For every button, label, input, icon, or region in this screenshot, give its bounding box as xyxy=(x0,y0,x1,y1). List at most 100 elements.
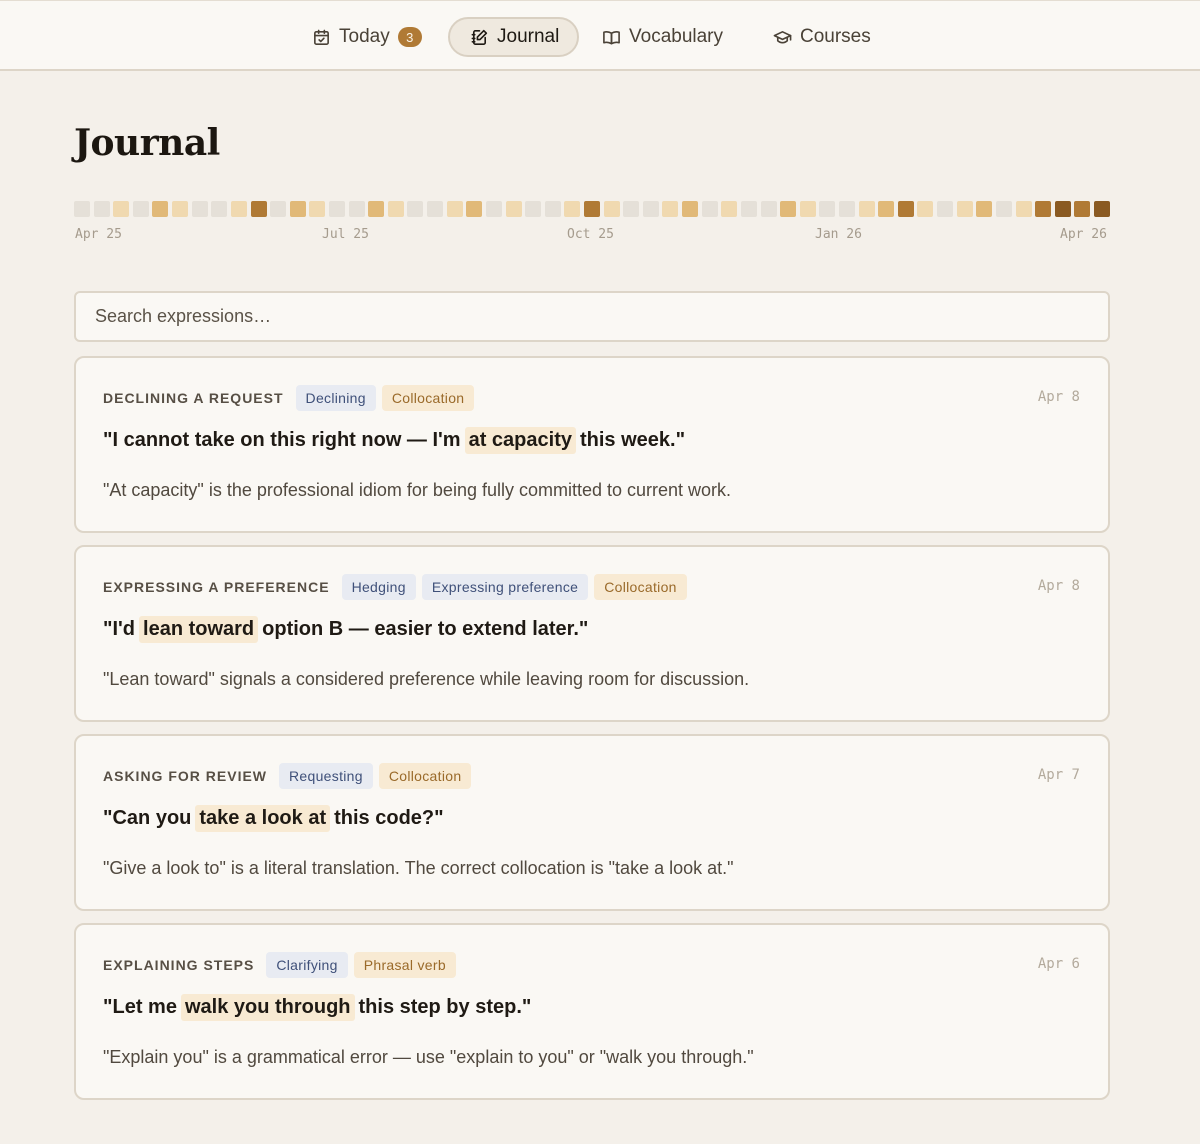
activity-cell xyxy=(368,201,384,217)
journal-edit-icon xyxy=(471,29,488,45)
activity-cell xyxy=(251,201,267,217)
tag-badge[interactable]: Collocation xyxy=(594,574,687,600)
activity-heatmap xyxy=(74,201,1110,218)
activity-cell xyxy=(466,201,482,217)
expression-card[interactable]: Asking for review Requesting Collocation… xyxy=(74,734,1110,911)
quote-text: "Let me xyxy=(103,995,177,1018)
activity-cell xyxy=(290,201,306,217)
month-label: Jan 26 xyxy=(815,227,862,242)
activity-cell xyxy=(349,201,365,217)
activity-cell xyxy=(780,201,796,217)
activity-cell xyxy=(133,201,149,217)
entry-date: Apr 8 xyxy=(1037,389,1080,405)
category-label: Expressing a preference xyxy=(103,579,330,595)
activity-cell xyxy=(1055,201,1071,217)
expression-quote: "Let me walk you through this step by step… xyxy=(103,991,531,1023)
month-label: Jul 25 xyxy=(322,227,369,242)
activity-cell xyxy=(525,201,541,217)
activity-cell xyxy=(231,201,247,217)
quote-text: "Can you xyxy=(103,806,192,829)
activity-cell xyxy=(682,201,698,217)
tag-badge[interactable]: Requesting xyxy=(279,763,373,789)
month-label: Apr 26 xyxy=(1060,227,1107,242)
quote-text: this week." xyxy=(579,428,686,451)
activity-cell xyxy=(643,201,659,217)
activity-cell xyxy=(623,201,639,217)
activity-cell xyxy=(486,201,502,217)
nav-tab-label: Today xyxy=(339,26,390,47)
tag-badge[interactable]: Hedging xyxy=(341,574,416,600)
activity-cell xyxy=(388,201,404,217)
activity-cell xyxy=(898,201,914,217)
quote-text: option B — easier to extend later." xyxy=(262,617,589,640)
activity-cell xyxy=(741,201,757,217)
search-input[interactable] xyxy=(74,291,1110,342)
explanation-note: "At capacity" is the professional idiom … xyxy=(103,480,732,500)
card-header: Declining a request Declining Collocatio… xyxy=(103,385,480,411)
highlighted-expression: take a look at xyxy=(195,804,331,832)
tag-badge[interactable]: Phrasal verb xyxy=(353,952,456,978)
category-label: Declining a request xyxy=(103,390,284,406)
activity-cell xyxy=(662,201,678,217)
activity-cell xyxy=(309,201,325,217)
graduation-cap-icon xyxy=(773,30,792,43)
activity-cell xyxy=(192,201,208,217)
card-header: Asking for review Requesting Collocation xyxy=(103,763,477,789)
month-label: Apr 25 xyxy=(75,227,122,242)
activity-cell xyxy=(506,201,522,217)
activity-cell xyxy=(270,201,286,217)
tag-badge[interactable]: Expressing preference xyxy=(421,574,589,600)
activity-cell xyxy=(1035,201,1051,217)
expression-card[interactable]: Expressing a preference Hedging Expressi… xyxy=(74,545,1110,722)
activity-cell xyxy=(917,201,933,217)
activity-cell xyxy=(839,201,855,217)
activity-cell xyxy=(113,201,129,217)
nav-tab-courses[interactable]: Courses xyxy=(773,17,883,57)
activity-cell xyxy=(1074,201,1090,217)
activity-cell xyxy=(94,201,110,217)
highlighted-expression: lean toward xyxy=(139,615,259,643)
category-label: Explaining steps xyxy=(103,957,255,973)
nav-tab-journal[interactable]: Journal xyxy=(448,17,579,57)
activity-cell xyxy=(819,201,835,217)
expression-quote: "I cannot take on this right now — I'm at… xyxy=(103,424,685,456)
nav-tab-label: Courses xyxy=(800,26,871,47)
tag-badge[interactable]: Clarifying xyxy=(266,952,348,978)
nav-tab-vocabulary[interactable]: Vocabulary xyxy=(602,17,742,57)
activity-cell xyxy=(996,201,1012,217)
activity-cell xyxy=(761,201,777,217)
entry-date: Apr 7 xyxy=(1037,767,1080,783)
expression-quote: "Can you take a look at this code?" xyxy=(103,802,444,834)
calendar-check-icon xyxy=(314,29,329,45)
activity-cell xyxy=(329,201,345,217)
highlighted-expression: at capacity xyxy=(464,426,576,454)
category-label: Asking for review xyxy=(103,768,268,784)
tag-badge[interactable]: Declining xyxy=(295,385,376,411)
activity-cell xyxy=(447,201,463,217)
open-book-icon xyxy=(603,30,620,44)
quote-text: "I cannot take on this right now — I'm xyxy=(103,428,461,451)
tag-badge[interactable]: Collocation xyxy=(378,763,472,789)
activity-cell xyxy=(74,201,90,217)
nav-tab-today[interactable]: Today 3 xyxy=(312,17,432,57)
activity-cell xyxy=(800,201,816,217)
explanation-note: "Give a look to" is a literal translatio… xyxy=(103,858,734,878)
expression-quote: "I'd lean toward option B — easier to exte… xyxy=(103,613,588,645)
quote-text: this step by step." xyxy=(358,995,532,1018)
activity-cell xyxy=(937,201,953,217)
entry-date: Apr 6 xyxy=(1037,956,1080,972)
activity-cell xyxy=(584,201,600,217)
entry-date: Apr 8 xyxy=(1037,578,1080,594)
tag-badge[interactable]: Collocation xyxy=(381,385,475,411)
page-title: Journal xyxy=(74,122,220,164)
activity-cell xyxy=(545,201,561,217)
activity-cell xyxy=(211,201,227,217)
activity-cell xyxy=(152,201,168,217)
activity-cell xyxy=(976,201,992,217)
expression-card[interactable]: Explaining steps Clarifying Phrasal verb… xyxy=(74,923,1110,1100)
quote-text: "I'd xyxy=(103,617,136,640)
month-label: Oct 25 xyxy=(567,227,614,242)
expression-card[interactable]: Declining a request Declining Collocatio… xyxy=(74,356,1110,533)
activity-cell xyxy=(702,201,718,217)
nav-tab-label: Journal xyxy=(497,26,560,47)
